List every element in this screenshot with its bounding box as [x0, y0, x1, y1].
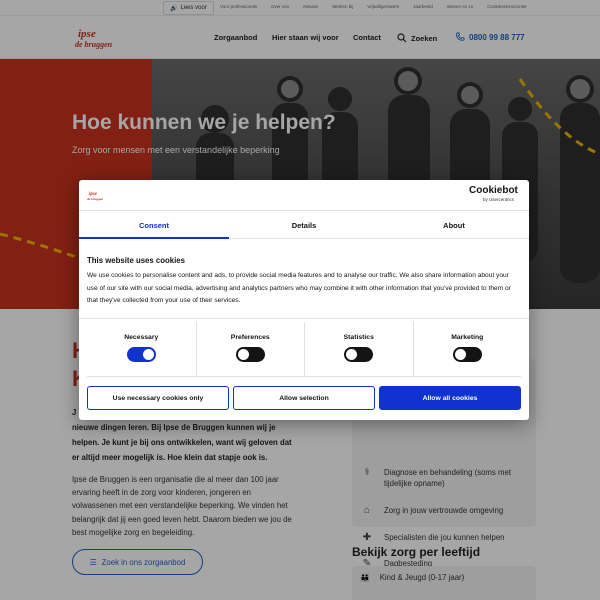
preferences-switch[interactable]	[235, 347, 265, 362]
cookiebot-logo[interactable]: Cookiebot	[469, 185, 518, 196]
statistics-switch[interactable]	[344, 347, 374, 362]
allow-selection-button[interactable]: Allow selection	[233, 386, 375, 410]
toggle-label: Marketing	[451, 334, 484, 341]
toggle-marketing: Marketing	[412, 322, 522, 376]
cookiebot-sub: by Usercentrics	[483, 197, 515, 202]
toggle-label: Statistics	[343, 334, 374, 341]
dialog-logo-text-bottom: de bruggen	[87, 197, 103, 201]
tab-details[interactable]: Details	[229, 211, 379, 239]
consent-toggles: Necessary Preferences Statistics Marketi…	[87, 322, 521, 376]
active-tab-indicator	[79, 237, 229, 239]
divider	[87, 376, 521, 377]
dialog-header: ipse de bruggen Cookiebot by Usercentric…	[79, 180, 529, 211]
cookie-consent-dialog: ipse de bruggen Cookiebot by Usercentric…	[79, 180, 529, 420]
tab-about[interactable]: About	[379, 211, 529, 239]
toggle-preferences: Preferences	[195, 322, 305, 376]
switch-knob	[142, 349, 154, 360]
toggle-label: Necessary	[124, 334, 159, 341]
necessary-switch[interactable]	[126, 347, 156, 362]
switch-knob	[454, 349, 466, 360]
dialog-title: This website uses cookies	[87, 256, 185, 265]
switch-knob	[346, 349, 358, 360]
ipse-logo-small: ipse de bruggen	[87, 192, 103, 201]
use-necessary-only-button[interactable]: Use necessary cookies only	[87, 386, 229, 410]
dialog-description: We use cookies to personalise content an…	[87, 272, 511, 305]
switch-knob	[237, 349, 249, 360]
toggle-necessary: Necessary	[87, 322, 196, 376]
allow-all-cookies-button[interactable]: Allow all cookies	[379, 386, 521, 410]
toggle-statistics: Statistics	[304, 322, 413, 376]
consent-tabs: Consent Details About	[79, 211, 529, 239]
tab-consent[interactable]: Consent	[79, 211, 229, 239]
toggle-label: Preferences	[230, 334, 270, 341]
marketing-switch[interactable]	[452, 347, 482, 362]
divider	[79, 318, 529, 319]
